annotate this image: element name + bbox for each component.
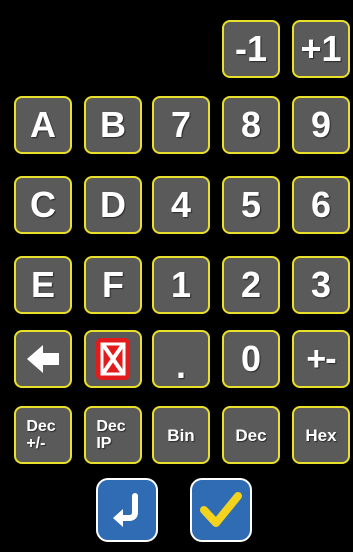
key-a-label: A: [30, 104, 56, 145]
key-5-label: 5: [240, 184, 262, 225]
key-7-label: 7: [170, 104, 192, 145]
decimal-point-key[interactable]: .: [152, 330, 210, 388]
plus-one-key-label: +1: [300, 28, 342, 69]
key-3[interactable]: 3: [292, 256, 350, 314]
key-4[interactable]: 4: [152, 176, 210, 234]
key-6-label: 6: [310, 184, 332, 225]
delete-key[interactable]: [84, 330, 142, 388]
dec-mode-key-label: Dec: [235, 425, 267, 445]
dec-sign-mode-key[interactable]: Dec +/-: [14, 406, 72, 464]
enter-button[interactable]: [96, 478, 158, 542]
key-8[interactable]: 8: [222, 96, 280, 154]
key-d[interactable]: D: [84, 176, 142, 234]
key-c-label: C: [30, 184, 56, 225]
return-arrow-icon: [113, 493, 138, 527]
plus-one-key[interactable]: +1: [292, 20, 350, 78]
key-1-label: 1: [170, 264, 192, 305]
key-1[interactable]: 1: [152, 256, 210, 314]
key-a[interactable]: A: [14, 96, 72, 154]
key-3-label: 3: [310, 264, 332, 305]
dec-sign-mode-key-label: Dec +/-: [26, 418, 56, 452]
key-b-label: B: [100, 104, 126, 145]
minus-one-key-label: -1: [234, 28, 267, 69]
key-5[interactable]: 5: [222, 176, 280, 234]
dec-mode-key[interactable]: Dec: [222, 406, 280, 464]
dec-ip-mode-key[interactable]: Dec IP: [84, 406, 142, 464]
arrow-left-icon: [27, 345, 59, 373]
key-0[interactable]: 0: [222, 330, 280, 388]
key-f[interactable]: F: [84, 256, 142, 314]
key-f-label: F: [102, 264, 124, 305]
key-9[interactable]: 9: [292, 96, 350, 154]
hex-keypad: -1 +1 A B 7 8 9 C D 4 5 6 E F 1 2 3 . 0 …: [0, 0, 353, 552]
key-e[interactable]: E: [14, 256, 72, 314]
key-7[interactable]: 7: [152, 96, 210, 154]
key-6[interactable]: 6: [292, 176, 350, 234]
dec-ip-mode-key-label: Dec IP: [96, 418, 126, 452]
decimal-point-key-label: .: [175, 345, 186, 386]
key-c[interactable]: C: [14, 176, 72, 234]
plus-minus-key-label: +-: [306, 340, 336, 378]
confirm-button[interactable]: [190, 478, 252, 542]
key-e-label: E: [30, 264, 55, 305]
backspace-key[interactable]: [14, 330, 72, 388]
delete-x-icon: [96, 338, 130, 380]
key-9-label: 9: [310, 104, 332, 145]
key-4-label: 4: [170, 184, 192, 225]
key-2[interactable]: 2: [222, 256, 280, 314]
key-0-label: 0: [240, 338, 262, 379]
hex-mode-key[interactable]: Hex: [292, 406, 350, 464]
plus-minus-key[interactable]: +-: [292, 330, 350, 388]
minus-one-key[interactable]: -1: [222, 20, 280, 78]
hex-mode-key-label: Hex: [305, 425, 337, 445]
key-2-label: 2: [240, 264, 262, 305]
bin-mode-key-label: Bin: [167, 425, 195, 445]
bin-mode-key[interactable]: Bin: [152, 406, 210, 464]
key-d-label: D: [100, 184, 126, 225]
key-b[interactable]: B: [84, 96, 142, 154]
checkmark-icon: [200, 492, 242, 527]
key-8-label: 8: [240, 104, 262, 145]
